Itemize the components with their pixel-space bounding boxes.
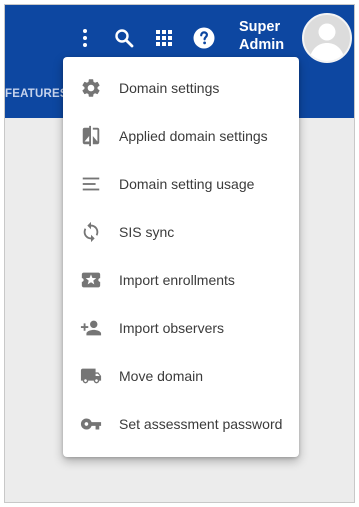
menu-item-set-assessment-password[interactable]: Set assessment password xyxy=(63,400,299,448)
menu-item-label: Domain settings xyxy=(119,80,220,96)
features-tab[interactable]: FEATURES xyxy=(5,88,68,100)
avatar-person-icon xyxy=(309,23,345,61)
menu-item-move-domain[interactable]: Move domain xyxy=(63,352,299,400)
truck-icon xyxy=(79,364,103,388)
apps-grid-icon[interactable] xyxy=(152,26,176,50)
menu-item-applied-domain-settings[interactable]: Applied domain settings xyxy=(63,112,299,160)
gear-icon xyxy=(79,76,103,100)
user-name-line2: Admin xyxy=(239,37,285,53)
menu-item-import-enrollments[interactable]: Import enrollments xyxy=(63,256,299,304)
menu-item-label: SIS sync xyxy=(119,224,175,240)
menu-item-label: Applied domain settings xyxy=(119,128,268,144)
search-icon[interactable] xyxy=(112,26,136,50)
help-icon[interactable] xyxy=(192,26,216,50)
menu-item-sis-sync[interactable]: SIS sync xyxy=(63,208,299,256)
avatar[interactable] xyxy=(302,13,352,63)
menu-item-label: Move domain xyxy=(119,368,204,384)
menu-item-label: Import observers xyxy=(119,320,225,336)
user-name[interactable]: Super Admin xyxy=(239,18,284,54)
key-icon xyxy=(79,412,103,436)
person-add-icon xyxy=(79,316,103,340)
sync-icon xyxy=(79,220,103,244)
lines-icon xyxy=(79,172,103,196)
menu-item-label: Set assessment password xyxy=(119,416,283,432)
menu-item-domain-setting-usage[interactable]: Domain setting usage xyxy=(63,160,299,208)
menu-item-label: Import enrollments xyxy=(119,272,235,288)
more-vert-icon[interactable] xyxy=(73,26,97,50)
menu-item-domain-settings[interactable]: Domain settings xyxy=(63,64,299,112)
user-name-line1: Super xyxy=(239,19,281,35)
menu-item-label: Domain setting usage xyxy=(119,176,255,192)
compare-icon xyxy=(79,124,103,148)
overflow-menu: Domain settings Applied domain settings … xyxy=(63,57,299,457)
ticket-star-icon xyxy=(79,268,103,292)
menu-item-import-observers[interactable]: Import observers xyxy=(63,304,299,352)
